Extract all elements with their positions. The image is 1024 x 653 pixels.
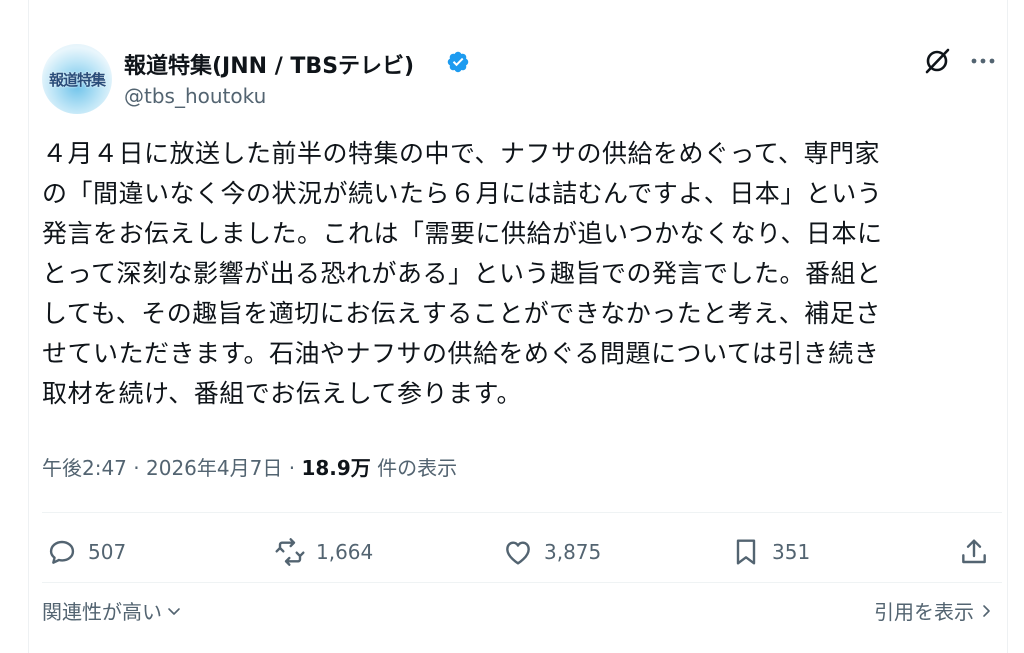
grok-icon[interactable]: [922, 46, 952, 76]
display-name[interactable]: 報道特集(JNN / TBSテレビ): [124, 48, 414, 80]
like-count: 3,875: [544, 540, 602, 564]
verified-badge-icon: [447, 51, 469, 73]
divider: [42, 512, 1002, 513]
tweet-date[interactable]: 2026年4月7日: [146, 456, 282, 480]
relevance-sort-dropdown[interactable]: 関連性が高い: [42, 596, 182, 625]
reply-count: 507: [88, 540, 127, 564]
tweet-text-line: せていただきます。石油やナフサの供給をめぐる問題については引き続き: [42, 339, 880, 368]
chevron-down-icon: [168, 607, 180, 615]
more-options-icon[interactable]: [968, 48, 998, 74]
share-icon: [962, 539, 986, 564]
meta-separator: ·: [126, 456, 146, 480]
repost-button[interactable]: 1,664: [274, 536, 373, 568]
heart-icon: [506, 541, 530, 565]
tweet-text-line: しても、その趣旨を適切にお伝えすることができなかったと考え、補足さ: [42, 299, 881, 328]
repost-count: 1,664: [316, 540, 374, 564]
chevron-right-icon: [983, 604, 990, 617]
tweet-meta: 午後2:47 · 2026年4月7日 · 18.9万 件の表示: [42, 452, 457, 481]
meta-separator: ·: [282, 456, 302, 480]
bookmark-count: 351: [772, 540, 811, 564]
reply-button[interactable]: 507: [46, 536, 126, 568]
tweet-text-line: とって深刻な影響が出る恐れがある」という趣旨での発言でした。番組と: [42, 259, 882, 288]
share-button[interactable]: [958, 536, 1000, 568]
avatar-logo-text: 報道特集: [48, 70, 106, 89]
like-button[interactable]: 3,875: [502, 536, 601, 568]
bookmark-icon: [736, 539, 756, 565]
bookmark-button[interactable]: 351: [730, 536, 810, 568]
views-label: 件の表示: [377, 456, 458, 480]
quotes-label: 引用を表示: [874, 600, 974, 624]
tweet-text-line: の「間違いなく今の状況が続いたら６月には詰むんですよ、日本」という: [42, 179, 883, 208]
views-count: 18.9万: [301, 456, 371, 480]
avatar[interactable]: 報道特集: [42, 44, 112, 114]
tweet-text-line: 発言をお伝えしました。これは「需要に供給が追いつかなくなり、日本に: [42, 219, 883, 248]
tweet-text-line: 取材を続け、番組でお伝えして参ります。: [42, 379, 523, 408]
repost-icon: [275, 538, 305, 566]
divider: [42, 582, 1002, 583]
tweet-text-line: ４月４日に放送した前半の特集の中で、ナフサの供給をめぐって、専門家: [42, 139, 881, 168]
tweet-text: ４月４日に放送した前半の特集の中で、ナフサの供給をめぐって、専門家 の「間違いな…: [42, 134, 1002, 414]
reply-icon: [49, 540, 75, 564]
user-handle[interactable]: @tbs_houtoku: [124, 84, 266, 108]
relevance-label: 関連性が高い: [42, 600, 162, 624]
view-quotes-link[interactable]: 引用を表示: [874, 596, 994, 625]
tweet-time[interactable]: 午後2:47: [42, 456, 127, 480]
